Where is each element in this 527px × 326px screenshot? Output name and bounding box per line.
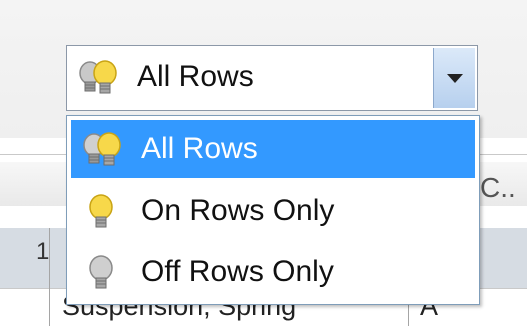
row-filter-dropdown-list: All Rows On Rows Only Off Rows Only <box>66 115 480 305</box>
combobox-value: All Rows <box>137 60 254 93</box>
grid-column-divider <box>49 228 50 326</box>
lightbulbs-on-off-icon <box>79 132 129 175</box>
column-header-text: C.. <box>480 172 516 203</box>
lightbulb-off-icon <box>79 255 129 298</box>
lightbulb-on-icon <box>79 194 129 237</box>
lightbulbs-on-off-icon <box>75 60 125 103</box>
option-off-rows-only[interactable]: Off Rows Only <box>71 243 475 301</box>
option-label: On Rows Only <box>141 194 335 227</box>
option-all-rows[interactable]: All Rows <box>71 120 475 178</box>
option-on-rows-only[interactable]: On Rows Only <box>71 182 475 240</box>
option-label: Off Rows Only <box>141 255 334 288</box>
option-label: All Rows <box>141 132 258 165</box>
row-filter-combobox[interactable]: All Rows <box>66 45 478 111</box>
dropdown-arrow-button[interactable] <box>433 48 475 108</box>
chevron-down-icon <box>447 74 463 83</box>
row-number: 1 <box>36 238 50 265</box>
